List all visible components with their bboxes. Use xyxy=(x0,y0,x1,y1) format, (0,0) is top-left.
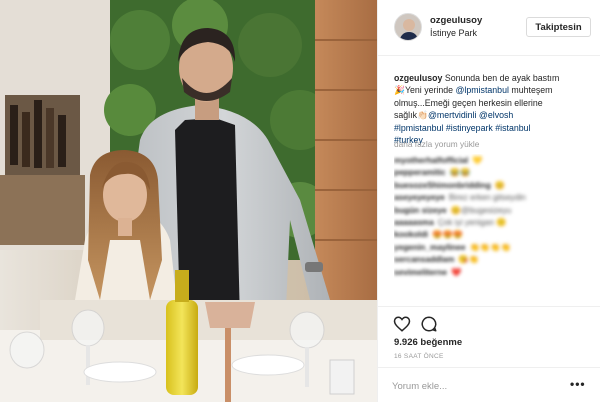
comment-item: myotherhalfofficial 💛 xyxy=(394,154,590,166)
caption-text-line2-prefix: 🎉Yeni yerinde xyxy=(394,85,456,96)
post-header: ozgeulusoy İstinye Park Takiptesin xyxy=(378,0,600,56)
post-caption: ozgeulusoy Sonunda ben de ayak bastım 🎉Y… xyxy=(394,72,590,146)
more-options-button[interactable]: ••• xyxy=(570,378,586,390)
following-button[interactable]: Takiptesin xyxy=(526,17,591,37)
heart-outline-icon[interactable] xyxy=(393,315,411,333)
caption-mention-mertvidinli[interactable]: @mertvidinli xyxy=(428,110,477,120)
comment-item: aaaaasma Çok iyi yenigan 🙂 xyxy=(394,216,590,228)
caption-text-line1: Sonunda ben de ayak bastım xyxy=(444,73,560,83)
avatar[interactable] xyxy=(394,13,422,41)
comment-username[interactable]: sevimeliterne xyxy=(394,267,447,277)
caption-text-line4-prefix: sağlık👏🏻 xyxy=(394,110,428,121)
comment-input[interactable] xyxy=(392,377,562,395)
comment-item: yegenin_maylinee 👏👏👏👏 xyxy=(394,241,590,253)
comment-item: pepperamitic 😂😂 xyxy=(394,166,590,178)
comment-item: bugün sizeye 😊@bugesizeyu xyxy=(394,204,590,216)
caption-username[interactable]: ozgeulusoy xyxy=(394,73,442,83)
post-photo[interactable] xyxy=(0,0,377,402)
comment-username[interactable]: buesozeShimonbridding xyxy=(394,180,491,190)
comment-bubble-icon[interactable] xyxy=(420,315,438,333)
caption-text-line2-suffix: muhteşem xyxy=(508,85,553,96)
comment-username[interactable]: aaaaasma xyxy=(394,217,434,227)
comment-text: Birez erken gitseydin xyxy=(448,192,526,203)
comment-username[interactable]: sercansaddlam xyxy=(394,254,454,264)
comment-item: buesozeShimonbridding 😊 xyxy=(394,179,590,191)
comments-list: myotherhalfofficial 💛 pepperamitic 😂😂 bues… xyxy=(394,154,590,304)
post-photo-illustration xyxy=(0,0,377,402)
add-comment-bar: ••• xyxy=(378,367,600,402)
comment-item: kookoldi 😍😍😍 xyxy=(394,228,590,240)
avatar-image xyxy=(395,14,421,40)
likes-count[interactable]: 9.926 beğenme xyxy=(394,337,462,348)
post-details-panel: ozgeulusoy İstinye Park Takiptesin ozgeu… xyxy=(377,0,600,402)
comment-username[interactable]: kookoldi xyxy=(394,229,428,239)
comment-item: sercansaddlam 😘👏 xyxy=(394,253,590,265)
post-actions: 9.926 beğenme 16 SAAT ÖNCE ••• xyxy=(378,306,600,402)
comment-text: ❤️ xyxy=(451,266,462,277)
caption-mention-elvosh[interactable]: @elvosh xyxy=(479,110,513,120)
comment-text: 💛 xyxy=(472,155,483,165)
comment-username[interactable]: bugün sizeye xyxy=(394,205,447,215)
comment-text: Çok iyi yenigan 🙂 xyxy=(437,216,507,227)
caption-hashtag-lpmistanbul[interactable]: #lpmistanbul xyxy=(394,123,443,133)
caption-text-line3: olmuş...Emeği geçen herkesin ellerine xyxy=(394,97,543,108)
load-more-comments-link[interactable]: daha fazla yorum yükle xyxy=(394,139,479,149)
header-username[interactable]: ozgeulusoy xyxy=(430,15,482,26)
comment-item: sevimeliterne ❤️ xyxy=(394,266,590,278)
comment-username[interactable]: pepperamitic xyxy=(394,167,446,177)
comment-text: 😂😂 xyxy=(449,167,471,178)
post-timestamp: 16 SAAT ÖNCE xyxy=(394,353,444,360)
comment-item: aseyeyeyeye Birez erken gitseydin xyxy=(394,191,590,203)
caption-hashtag-istinyepark[interactable]: #istinyepark xyxy=(446,123,493,133)
caption-hashtag-istanbul[interactable]: #istanbul xyxy=(495,123,530,133)
caption-mention-lpmistanbul[interactable]: @lpmistanbul xyxy=(456,85,509,95)
comment-username[interactable]: yegenin_maylinee xyxy=(394,242,465,252)
comments-fade-overlay xyxy=(394,290,590,306)
comment-text: 😊 xyxy=(494,179,506,190)
header-location[interactable]: İstinye Park xyxy=(430,28,477,38)
comment-text: 😘👏 xyxy=(458,254,480,265)
comment-username[interactable]: myotherhalfofficial xyxy=(394,155,468,165)
comment-text: 👏👏👏👏 xyxy=(469,241,511,252)
comment-text: 😍😍😍 xyxy=(432,229,464,240)
comment-username[interactable]: aseyeyeyeye xyxy=(394,192,445,202)
comment-text: 😊@bugesizeyu xyxy=(450,204,512,215)
